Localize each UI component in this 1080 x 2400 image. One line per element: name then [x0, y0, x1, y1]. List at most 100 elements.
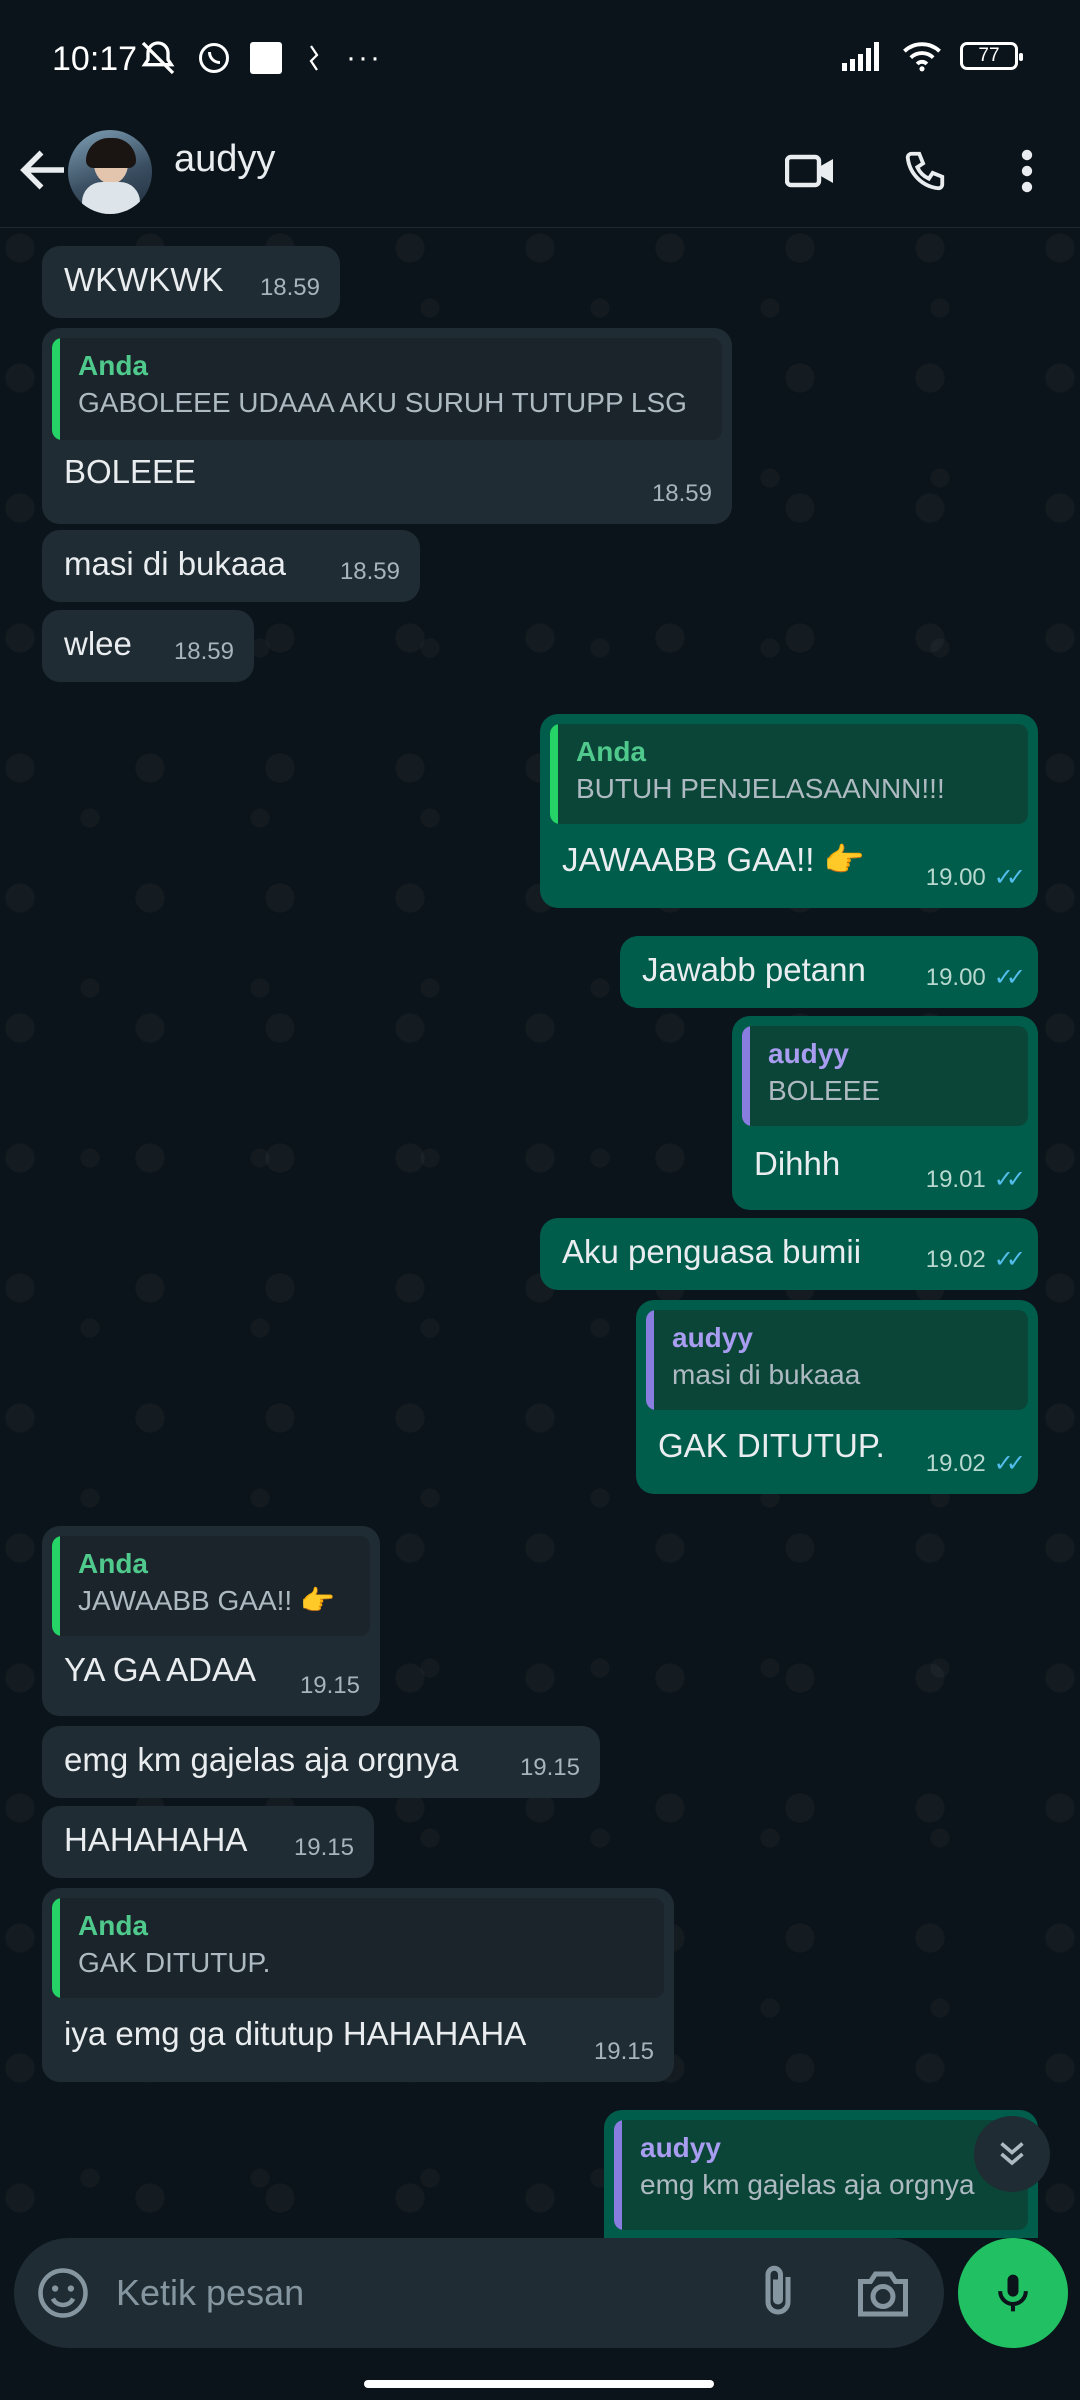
message-time: 18.59 [339, 558, 400, 585]
quote-author: audyy [768, 1038, 849, 1069]
message-time: 19.15 [293, 1834, 354, 1861]
message-time: 19.01 ✓✓ [926, 1160, 1026, 1200]
message-time: 19.02 ✓✓ [926, 1444, 1026, 1484]
message-bubble-outgoing[interactable]: Aku penguasa bumii 19.02 ✓✓ [540, 1218, 1038, 1290]
chat-header: audyy [0, 118, 1080, 228]
message-bubble-incoming[interactable]: Anda GAK DITUTUP. iya emg ga ditutup HAH… [42, 1888, 674, 2082]
message-list[interactable]: WKWKWK 18.59 Anda GABOLEEE UDAAA AKU SUR… [0, 228, 1080, 2238]
message-time: 19.15 [519, 1754, 580, 1781]
quote-text: masi di bukaaa [672, 1359, 861, 1390]
battery-icon: 77 [960, 42, 1023, 70]
message-bubble-incoming[interactable]: Anda JAWAABB GAA!! 👉 YA GA ADAA 19.15 [42, 1526, 380, 1716]
quoted-message[interactable]: Anda BUTUH PENJELASAANNN!!! [550, 724, 1028, 824]
message-text: HAHAHAHA [64, 1821, 248, 1858]
back-arrow-icon[interactable] [14, 140, 74, 200]
quoted-message[interactable]: Anda JAWAABB GAA!! 👉 [52, 1536, 370, 1636]
quote-author: audyy [672, 1322, 753, 1353]
message-text: masi di bukaaa [64, 545, 286, 582]
home-indicator[interactable] [364, 2380, 714, 2388]
voice-call-button[interactable] [890, 136, 960, 206]
read-ticks-icon: ✓✓ [993, 964, 1026, 991]
read-ticks-icon: ✓✓ [993, 1450, 1026, 1477]
message-time: 19.15 [593, 2038, 654, 2065]
message-time: 18.59 [173, 638, 234, 665]
message-bubble-incoming[interactable]: WKWKWK 18.59 [42, 246, 340, 318]
message-time: 19.15 [299, 1672, 360, 1699]
more-options-button[interactable] [992, 136, 1062, 206]
quoted-message[interactable]: audyy masi di bukaaa [646, 1310, 1028, 1410]
quote-text: BOLEEE [768, 1075, 881, 1106]
message-time: 18.59 [259, 274, 320, 301]
read-ticks-icon: ✓✓ [993, 1246, 1026, 1273]
message-text: emg km gajelas aja orgnya [64, 1741, 459, 1778]
message-text: YA GA ADAA [64, 1651, 256, 1688]
message-text: Aku penguasa bumii [562, 1233, 862, 1270]
quote-author: Anda [576, 736, 646, 767]
quote-text: BUTUH PENJELASAANNN!!! [576, 773, 945, 804]
status-bar: 10:17 ··· 77 [0, 0, 1080, 118]
quote-author: Anda [78, 1548, 148, 1579]
camera-icon[interactable] [852, 2264, 914, 2324]
quote-text: GABOLEEE UDAAA AKU SURUH TUTUPP LSG [78, 387, 687, 418]
quoted-message[interactable]: Anda GAK DITUTUP. [52, 1898, 664, 1998]
double-chevron-down-icon [1000, 2142, 1024, 2166]
quoted-message[interactable]: audyy emg km gajelas aja orgnya [614, 2120, 1028, 2230]
message-text: WKWKWK [64, 261, 224, 298]
nfc-icon [309, 45, 319, 71]
message-bubble-outgoing[interactable]: Anda BUTUH PENJELASAANNN!!! JAWAABB GAA!… [540, 714, 1038, 908]
quote-text: JAWAABB GAA!! 👉 [78, 1585, 335, 1616]
clock: 10:17 [52, 40, 138, 78]
notification-icons: ··· [138, 38, 382, 78]
signal-icon [842, 42, 879, 71]
more-notifications-icon: ··· [346, 41, 382, 74]
wifi-icon [903, 42, 941, 72]
message-bubble-incoming[interactable]: wlee 18.59 [42, 610, 254, 682]
message-bubble-incoming[interactable]: HAHAHAHA 19.15 [42, 1806, 374, 1878]
message-text: GAK DITUTUP. [658, 1427, 885, 1464]
message-composer: Ketik pesan [0, 2238, 1080, 2400]
message-text: Jawabb petann [642, 951, 866, 988]
whatsapp-icon [199, 43, 229, 73]
message-bubble-outgoing[interactable]: Jawabb petann 19.00 ✓✓ [620, 936, 1038, 1008]
avatar[interactable] [68, 130, 152, 214]
mute-bell-icon [141, 41, 175, 75]
message-text: BOLEEE [64, 453, 197, 490]
message-bubble-outgoing[interactable]: audyy BOLEEE Dihhh 19.01 ✓✓ [732, 1016, 1038, 1210]
message-text: Dihhh [754, 1145, 841, 1182]
message-input[interactable]: Ketik pesan [116, 2272, 304, 2314]
quote-author: Anda [78, 350, 148, 381]
message-time: 19.02 ✓✓ [926, 1240, 1026, 1280]
phone-icon [905, 151, 945, 191]
message-input-box[interactable]: Ketik pesan [14, 2238, 944, 2348]
microphone-icon [998, 2274, 1028, 2312]
quote-text: emg km gajelas aja orgnya [640, 2169, 975, 2200]
square-notification-icon [250, 42, 282, 74]
message-bubble-outgoing[interactable]: audyy masi di bukaaa GAK DITUTUP. 19.02 ✓… [636, 1300, 1038, 1494]
quoted-message[interactable]: audyy BOLEEE [742, 1026, 1028, 1126]
message-time: 19.00 ✓✓ [926, 858, 1026, 898]
system-icons: 77 [842, 40, 1023, 72]
quote-author: audyy [640, 2132, 721, 2163]
message-bubble-incoming[interactable]: emg km gajelas aja orgnya 19.15 [42, 1726, 600, 1798]
message-text: wlee [64, 625, 132, 662]
voice-message-button[interactable] [958, 2238, 1068, 2348]
quote-author: Anda [78, 1910, 148, 1941]
emoji-icon[interactable] [36, 2266, 90, 2320]
message-bubble-incoming[interactable]: masi di bukaaa 18.59 [42, 530, 420, 602]
scroll-to-bottom-button[interactable] [974, 2116, 1050, 2192]
message-bubble-outgoing[interactable]: audyy emg km gajelas aja orgnya [604, 2110, 1038, 2238]
message-text: JAWAABB GAA!! 👉 [562, 841, 865, 878]
message-text: iya emg ga ditutup HAHAHAHA [64, 2015, 527, 2052]
quoted-message[interactable]: Anda GABOLEEE UDAAA AKU SURUH TUTUPP LSG [52, 338, 722, 440]
video-call-button[interactable] [776, 136, 846, 206]
quote-text: GAK DITUTUP. [78, 1947, 271, 1978]
paperclip-icon[interactable] [748, 2262, 808, 2322]
read-ticks-icon: ✓✓ [993, 1166, 1026, 1193]
read-ticks-icon: ✓✓ [993, 864, 1026, 891]
message-bubble-incoming[interactable]: Anda GABOLEEE UDAAA AKU SURUH TUTUPP LSG… [42, 328, 732, 524]
message-time: 19.00 ✓✓ [926, 958, 1026, 998]
kebab-menu-icon [1021, 149, 1033, 193]
contact-name[interactable]: audyy [174, 138, 275, 181]
message-time: 18.59 [651, 480, 712, 507]
video-camera-icon [785, 154, 833, 188]
